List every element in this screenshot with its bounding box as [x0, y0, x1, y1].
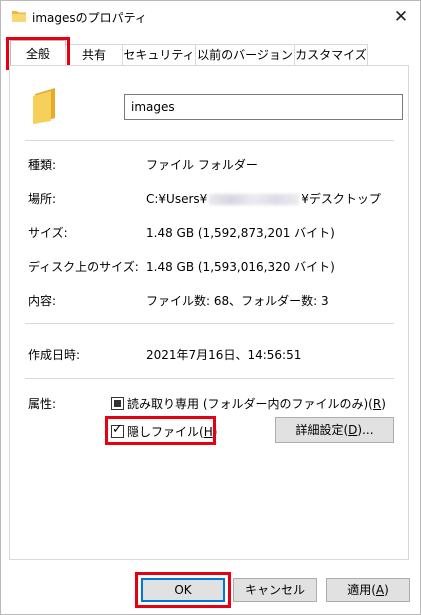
contents-label: 内容:	[28, 294, 57, 308]
tab-previous-versions[interactable]: 以前のバージョン	[195, 44, 295, 66]
location-prefix: C:¥Users¥	[146, 192, 208, 206]
attributes-label: 属性:	[28, 397, 57, 411]
close-button[interactable]: ✕	[387, 5, 415, 29]
blurred-username	[209, 194, 300, 205]
readonly-checkbox-box[interactable]	[111, 397, 124, 410]
apply-label-end: )	[384, 583, 389, 597]
tab-sharing[interactable]: 共有	[65, 44, 123, 66]
separator	[25, 323, 394, 324]
disk-size-label: ディスク上のサイズ:	[28, 260, 139, 274]
location-value: C:¥Users¥ ¥デスクトップ	[146, 190, 381, 207]
size-value: 1.48 GB (1,592,873,201 バイト)	[146, 226, 335, 240]
highlight-hidden-checkbox	[105, 416, 216, 445]
readonly-label: 読み取り専用 (フォルダー内のファイルのみ)(	[127, 397, 373, 411]
apply-button[interactable]: 適用(A)	[326, 578, 410, 602]
tab-customize[interactable]: カスタマイズ	[294, 44, 368, 66]
indeterminate-indicator	[114, 400, 121, 407]
tab-security[interactable]: セキュリティ	[122, 44, 196, 66]
general-panel: 種類: ファイル フォルダー 場所: C:¥Users¥ ¥デスクトップ サイズ:…	[9, 65, 409, 560]
separator	[25, 140, 394, 141]
readonly-access-key: R	[372, 397, 382, 411]
readonly-checkbox[interactable]: 読み取り専用 (フォルダー内のファイルのみ)(R)	[111, 395, 386, 412]
apply-access-key: A	[375, 583, 385, 597]
window-title: imagesのプロパティ	[32, 11, 147, 25]
created-value: 2021年7月16日、14:56:51	[146, 348, 302, 362]
separator	[25, 378, 394, 379]
advanced-button[interactable]: 詳細設定(D)...	[275, 417, 394, 443]
highlight-ok-button	[135, 572, 231, 608]
disk-size-value: 1.48 GB (1,593,016,320 バイト)	[146, 260, 335, 274]
title-bar: imagesのプロパティ ✕	[1, 1, 420, 32]
folder-name-input[interactable]	[124, 94, 403, 120]
location-suffix: ¥デスクトップ	[301, 192, 381, 206]
cancel-button[interactable]: キャンセル	[233, 578, 317, 602]
size-label: サイズ:	[28, 226, 68, 240]
apply-label: 適用(	[347, 583, 376, 597]
folder-icon	[12, 11, 26, 22]
type-value: ファイル フォルダー	[146, 158, 258, 172]
readonly-label-end: )	[381, 397, 386, 411]
type-label: 種類:	[28, 158, 57, 172]
advanced-label-end: )...	[357, 423, 374, 437]
advanced-label: 詳細設定(	[295, 423, 349, 437]
contents-value: ファイル数: 68、フォルダー数: 3	[146, 294, 329, 308]
large-folder-icon	[33, 88, 55, 124]
location-label: 場所:	[28, 192, 57, 206]
properties-dialog: imagesのプロパティ ✕ 全般 共有 セキュリティ 以前のバージョン カスタ…	[0, 0, 421, 615]
created-label: 作成日時:	[28, 348, 81, 362]
